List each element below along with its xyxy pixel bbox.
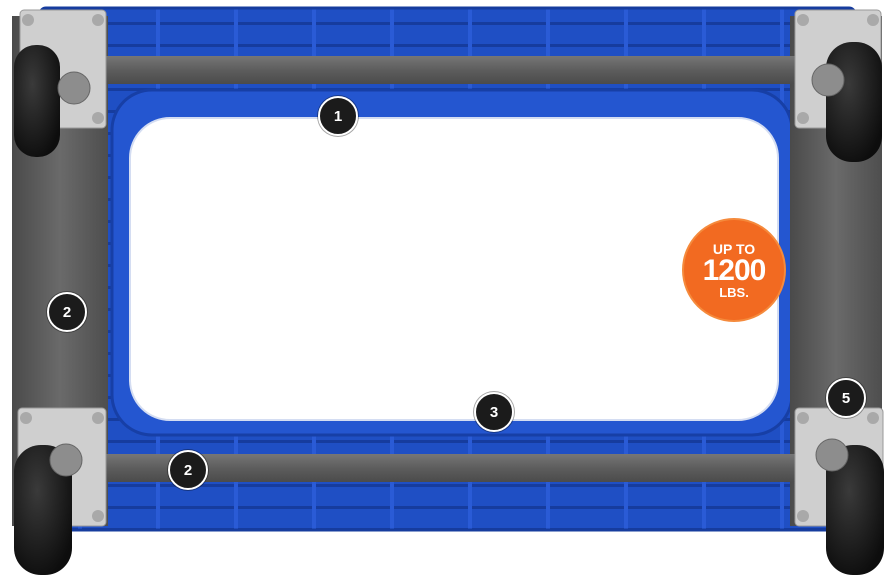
callout-2-left-rail: 2 [47, 292, 87, 332]
caster-bottom-right [794, 407, 884, 575]
callout-5: 5 [826, 378, 866, 418]
capacity-badge-value: 1200 [702, 254, 767, 287]
capacity-badge: UP TO 1200 LBS. [684, 220, 784, 320]
capacity-badge-unit: LBS. [719, 285, 749, 300]
callout-2-bottom-rail: 2 [168, 450, 208, 490]
callout-1: 1 [318, 96, 358, 136]
callout-3: 3 [474, 392, 514, 432]
top-cross-rail [100, 56, 800, 84]
center-opening [129, 117, 779, 421]
caster-bottom-left [14, 407, 107, 575]
